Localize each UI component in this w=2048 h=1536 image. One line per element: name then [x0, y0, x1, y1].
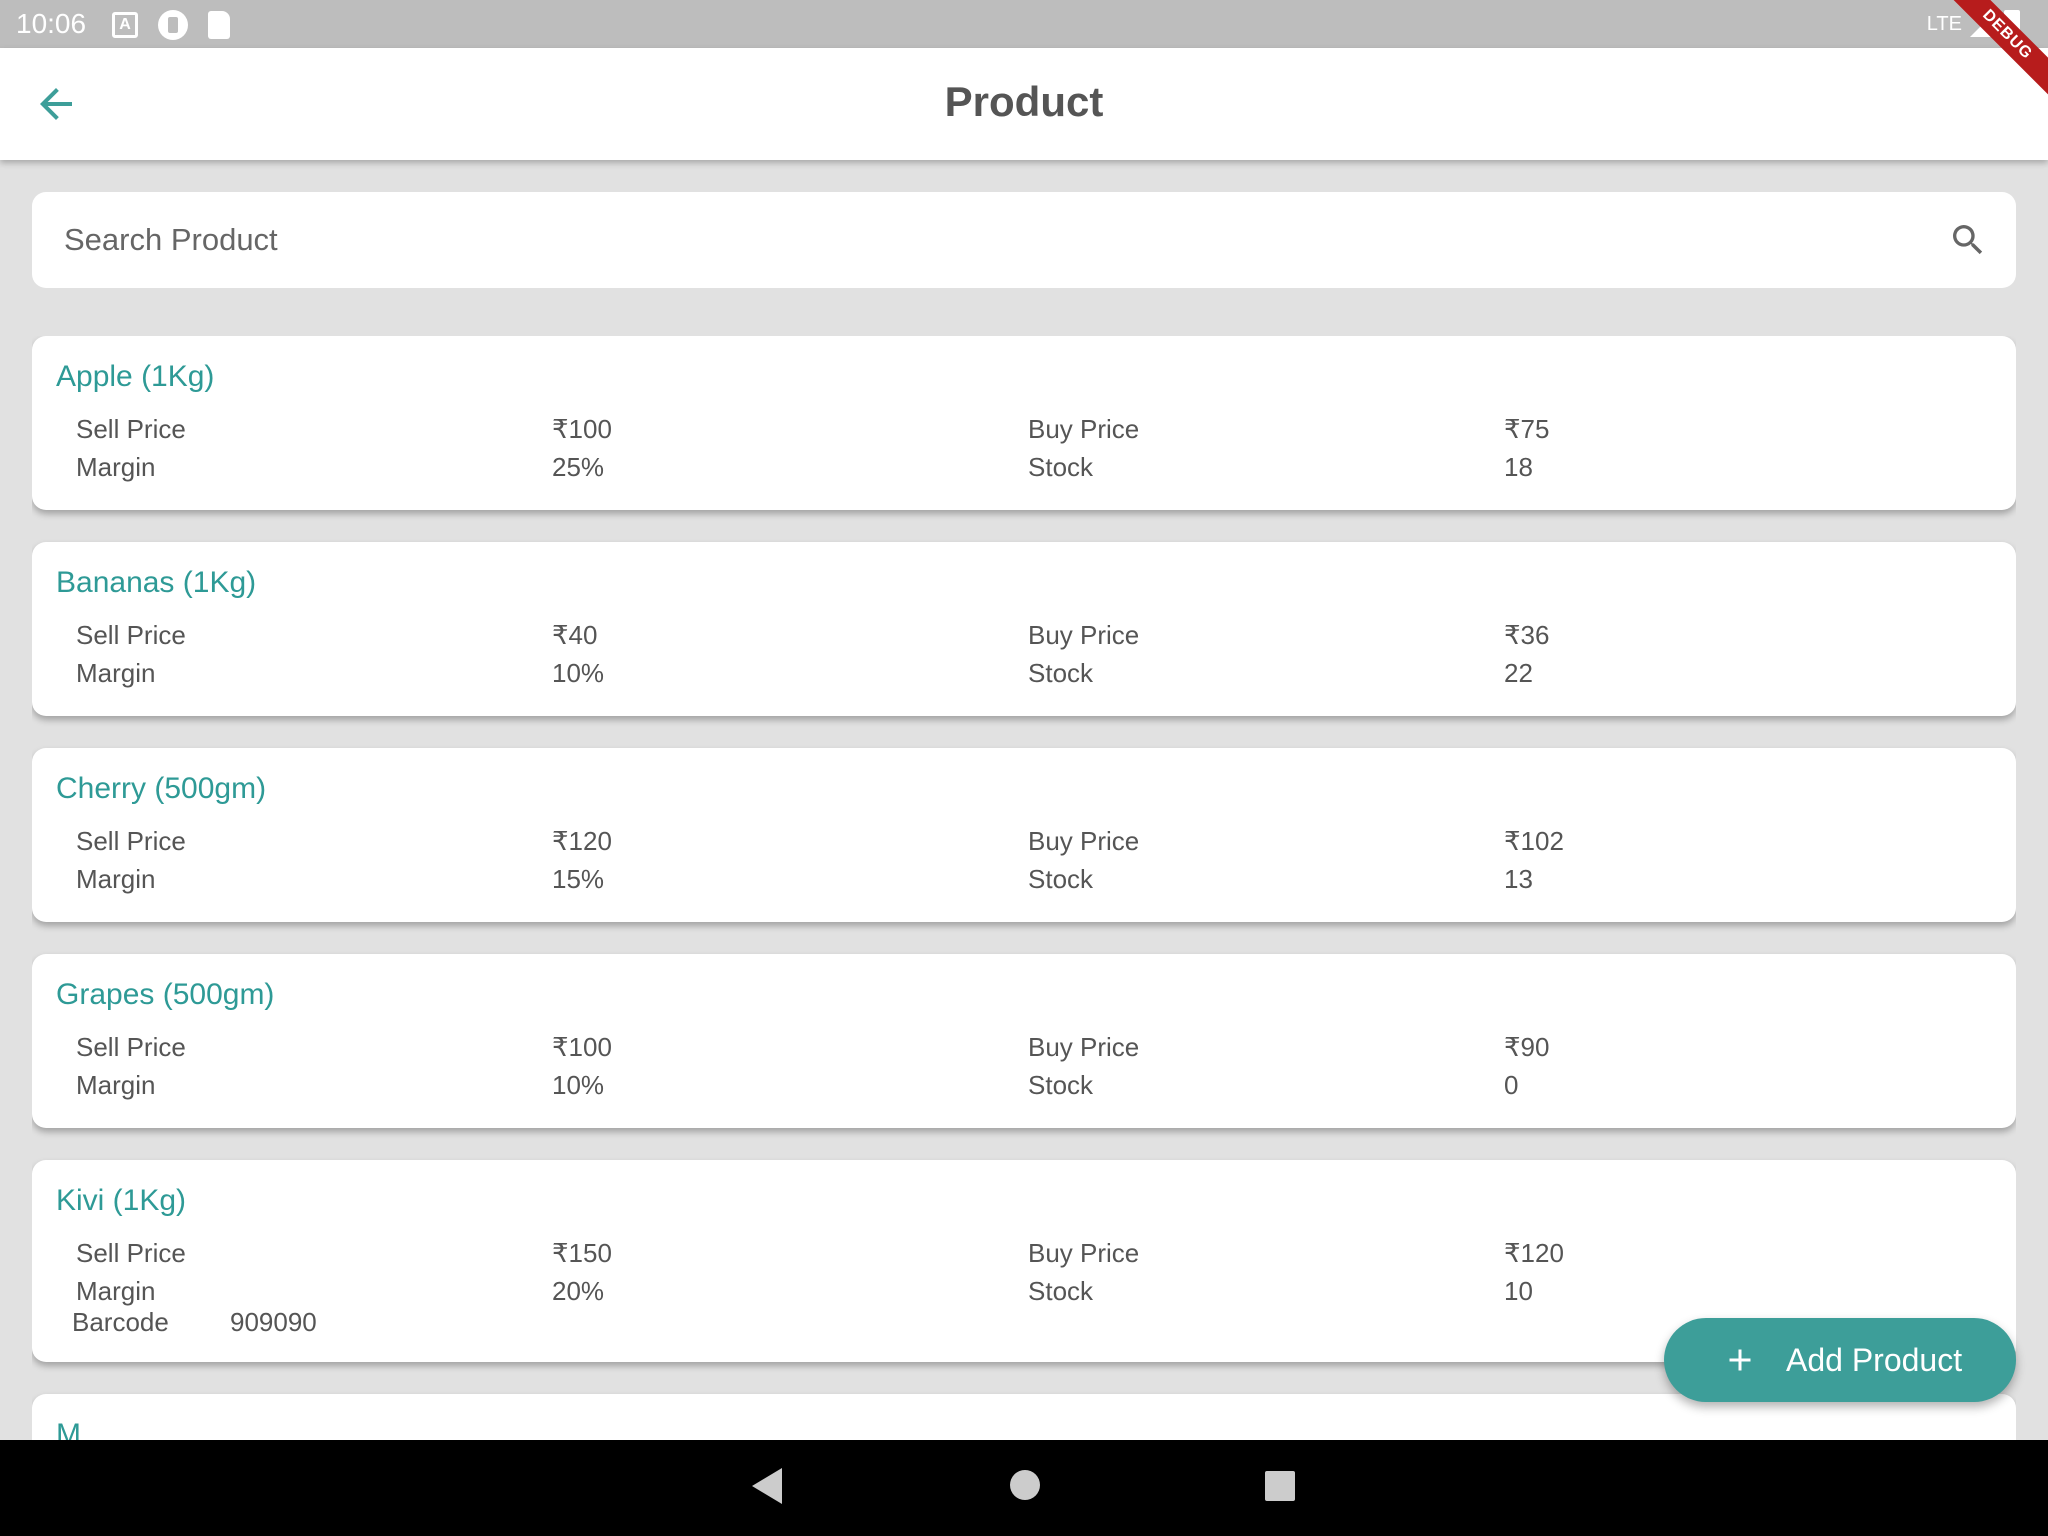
- sell-price-label: Sell Price: [76, 1032, 186, 1062]
- notification-a-icon: A: [112, 12, 138, 38]
- screen: 10:06 A LTE DEBUG Product Search Product…: [0, 0, 2048, 1536]
- margin-value: 20%: [552, 1276, 605, 1306]
- margin-value: 10%: [552, 658, 605, 688]
- buy-price-value: ₹102: [1504, 826, 1564, 856]
- sell-price-label: Sell Price: [76, 414, 186, 444]
- product-card[interactable]: Grapes (500gm) Sell Price ₹100 Buy Price…: [32, 954, 2016, 1128]
- margin-row: Margin 20% Stock 10: [56, 1272, 1992, 1310]
- status-time: 10:06: [16, 8, 87, 39]
- margin-row: Margin 15% Stock 13: [56, 860, 1992, 898]
- product-card[interactable]: Cherry (500gm) Sell Price ₹120 Buy Price…: [32, 748, 2016, 922]
- navigation-bar: [0, 1440, 2048, 1536]
- stock-value: 10: [1504, 1276, 1533, 1306]
- product-name: Bananas (1Kg): [56, 566, 257, 599]
- add-product-button[interactable]: Add Product: [1664, 1318, 2016, 1402]
- margin-value: 10%: [552, 1070, 605, 1100]
- buy-price-label: Buy Price: [1028, 414, 1140, 444]
- buy-price-value: ₹120: [1504, 1238, 1564, 1268]
- stock-label: Stock: [1028, 1070, 1094, 1100]
- buy-price-value: ₹75: [1504, 414, 1550, 444]
- product-list: Apple (1Kg) Sell Price ₹100 Buy Price ₹7…: [32, 336, 2016, 1440]
- margin-label: Margin: [76, 1276, 156, 1306]
- margin-label: Margin: [76, 452, 156, 482]
- product-name: M: [56, 1418, 81, 1440]
- page-title: Product: [944, 78, 1104, 125]
- sell-price-value: ₹40: [552, 620, 598, 650]
- margin-row: Margin 10% Stock 22: [56, 654, 1992, 692]
- stock-label: Stock: [1028, 1276, 1094, 1306]
- search-box: [32, 192, 2016, 288]
- margin-label: Margin: [76, 658, 156, 688]
- price-row: Sell Price ₹120 Buy Price ₹102: [56, 822, 1992, 860]
- network-type: LTE: [1926, 13, 1962, 35]
- product-name: Apple (1Kg): [56, 360, 215, 393]
- nav-back-icon[interactable]: [752, 1468, 782, 1504]
- stock-label: Stock: [1028, 864, 1094, 894]
- buy-price-label: Buy Price: [1028, 1032, 1140, 1062]
- stock-value: 18: [1504, 452, 1533, 482]
- search-icon[interactable]: [1948, 220, 1988, 260]
- product-name: Cherry (500gm): [56, 772, 267, 805]
- product-name: Kivi (1Kg): [56, 1184, 187, 1217]
- buy-price-value: ₹90: [1504, 1032, 1550, 1062]
- search-input[interactable]: [64, 212, 1924, 268]
- price-row: Sell Price ₹150 Buy Price ₹120: [56, 1234, 1992, 1272]
- stock-value: 13: [1504, 864, 1533, 894]
- price-row: Sell Price ₹100 Buy Price ₹75: [56, 410, 1992, 448]
- sell-price-label: Sell Price: [76, 1238, 186, 1268]
- margin-row: Margin 25% Stock 18: [56, 448, 1992, 486]
- notification-circle-icon: [158, 10, 188, 40]
- stock-label: Stock: [1028, 658, 1094, 688]
- sell-price-value: ₹120: [552, 826, 612, 856]
- sell-price-label: Sell Price: [76, 826, 186, 856]
- margin-value: 25%: [552, 452, 605, 482]
- buy-price-label: Buy Price: [1028, 620, 1140, 650]
- stock-value: 22: [1504, 658, 1533, 688]
- buy-price-label: Buy Price: [1028, 1238, 1140, 1268]
- margin-row: Margin 10% Stock 0: [56, 1066, 1992, 1104]
- price-row: Sell Price ₹40 Buy Price ₹36: [56, 616, 1992, 654]
- app-bar: Product: [0, 48, 2048, 160]
- product-name: Grapes (500gm): [56, 978, 275, 1011]
- product-card[interactable]: Apple (1Kg) Sell Price ₹100 Buy Price ₹7…: [32, 336, 2016, 510]
- barcode-value: 909090: [230, 1307, 317, 1337]
- sell-price-value: ₹100: [552, 1032, 612, 1062]
- margin-label: Margin: [76, 864, 156, 894]
- buy-price-value: ₹36: [1504, 620, 1550, 650]
- margin-value: 15%: [552, 864, 605, 894]
- price-row: Sell Price ₹100 Buy Price ₹90: [56, 1028, 1992, 1066]
- buy-price-label: Buy Price: [1028, 826, 1140, 856]
- barcode-label: Barcode: [72, 1307, 169, 1337]
- margin-label: Margin: [76, 1070, 156, 1100]
- sd-card-icon: [208, 11, 230, 39]
- nav-recents-icon[interactable]: [1265, 1471, 1295, 1501]
- plus-icon: [1729, 1349, 1751, 1371]
- status-notification-icons: A: [112, 10, 230, 40]
- stock-label: Stock: [1028, 452, 1094, 482]
- product-card[interactable]: Bananas (1Kg) Sell Price ₹40 Buy Price ₹…: [32, 542, 2016, 716]
- stock-value: 0: [1504, 1070, 1519, 1100]
- sell-price-value: ₹100: [552, 414, 612, 444]
- sell-price-label: Sell Price: [76, 620, 186, 650]
- sell-price-value: ₹150: [552, 1238, 612, 1268]
- add-product-label: Add Product: [1786, 1342, 1963, 1378]
- nav-home-icon[interactable]: [1010, 1470, 1040, 1500]
- status-bar: 10:06 A LTE DEBUG: [0, 0, 2048, 112]
